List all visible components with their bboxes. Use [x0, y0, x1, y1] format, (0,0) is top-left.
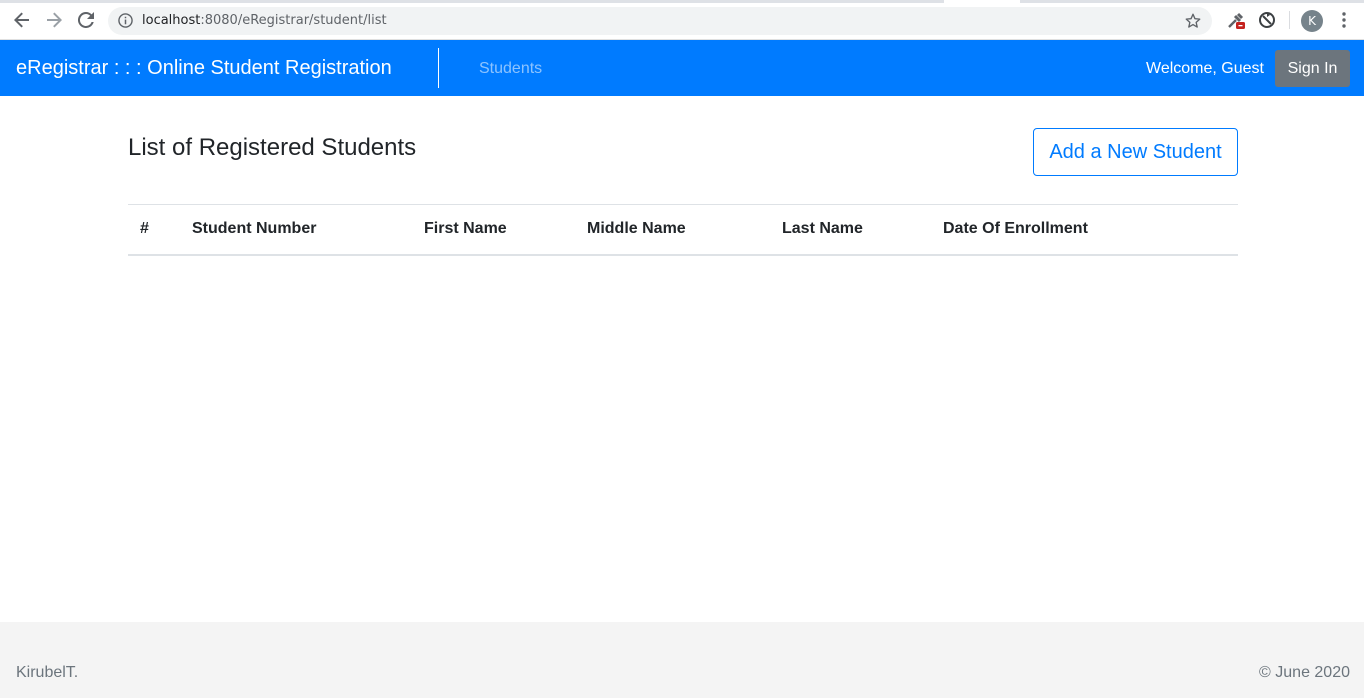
- footer: KirubelT. © June 2020: [0, 622, 1364, 698]
- star-icon[interactable]: [1184, 12, 1202, 30]
- add-student-button[interactable]: Add a New Student: [1033, 128, 1238, 176]
- column-header-last-name[interactable]: Last Name: [770, 204, 931, 256]
- sign-in-button[interactable]: Sign In: [1275, 50, 1350, 87]
- nav-link-students[interactable]: Students: [479, 60, 542, 78]
- reload-icon[interactable]: [75, 9, 97, 31]
- column-header-first-name[interactable]: First Name: [412, 204, 575, 256]
- back-icon[interactable]: [11, 9, 33, 31]
- page-title: List of Registered Students: [128, 134, 417, 161]
- column-header-middle-name[interactable]: Middle Name: [575, 204, 770, 256]
- menu-icon[interactable]: [1337, 10, 1351, 30]
- url-text[interactable]: localhost:8080/eRegistrar/student/list: [142, 13, 387, 28]
- info-icon[interactable]: [118, 13, 133, 28]
- eyedropper-extension-icon[interactable]: [1226, 10, 1246, 30]
- url-path: :8080/eRegistrar/student/list: [200, 13, 387, 28]
- navbar-divider: [438, 48, 439, 88]
- footer-copyright: © June 2020: [1259, 664, 1350, 681]
- welcome-text: Welcome, Guest: [1146, 60, 1264, 77]
- toolbar-separator: [1289, 11, 1290, 29]
- column-header-index[interactable]: #: [128, 204, 180, 256]
- table-header-row: # Student Number First Name Middle Name …: [128, 204, 1238, 256]
- url-host: localhost: [142, 13, 201, 28]
- active-tab-indicator: [944, 0, 1020, 3]
- address-bar[interactable]: localhost:8080/eRegistrar/student/list: [108, 7, 1212, 35]
- profile-avatar[interactable]: K: [1301, 10, 1323, 32]
- tab-strip: [0, 0, 1364, 3]
- footer-author: KirubelT.: [16, 664, 79, 681]
- browser-toolbar: localhost:8080/eRegistrar/student/list K: [0, 0, 1364, 40]
- column-header-date-of-enrollment[interactable]: Date Of Enrollment: [931, 204, 1238, 256]
- students-table: # Student Number First Name Middle Name …: [128, 204, 1238, 256]
- sync-extension-icon[interactable]: [1257, 10, 1277, 30]
- forward-icon[interactable]: [43, 9, 65, 31]
- column-header-student-number[interactable]: Student Number: [180, 204, 412, 256]
- navbar: eRegistrar : : : Online Student Registra…: [0, 40, 1364, 96]
- brand-link[interactable]: eRegistrar : : : Online Student Registra…: [16, 57, 392, 80]
